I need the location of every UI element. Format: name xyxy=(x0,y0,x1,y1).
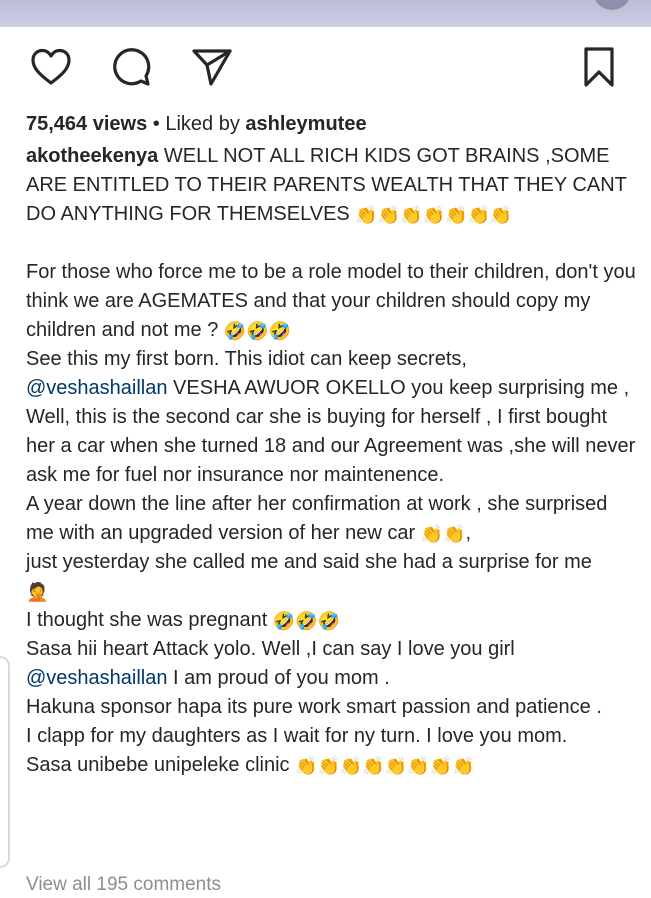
view-count[interactable]: 75,464 views xyxy=(26,113,147,135)
liked-by-label: Liked by xyxy=(165,113,246,135)
rofl-emoji: 🤣 xyxy=(246,321,269,341)
media-corner-shape xyxy=(593,0,631,10)
views-and-likes: 75,464 views • Liked by ashleymutee xyxy=(26,111,367,137)
clap-emoji: 👏 xyxy=(467,205,490,225)
rofl-emoji: 🤣 xyxy=(223,321,247,341)
clap-emoji: 👏 xyxy=(384,756,408,776)
post-caption: akotheekenya WELL NOT ALL RICH KIDS GOT … xyxy=(26,142,636,780)
clap-emoji: 👏 xyxy=(355,205,378,225)
rofl-emoji: 🤣 xyxy=(268,321,292,341)
rofl-emoji: 🤣 xyxy=(272,611,296,631)
heart-icon xyxy=(31,48,71,85)
clap-emoji: 👏 xyxy=(489,205,513,225)
caption-paragraph: Sasa hii heart Attack yolo. Well ,I can … xyxy=(26,635,636,664)
mention-link[interactable]: @veshashaillan xyxy=(26,667,168,689)
save-button[interactable] xyxy=(574,42,624,92)
view-comments-link[interactable]: View all 195 comments xyxy=(26,872,221,898)
caption-paragraph: @veshashaillan I am proud of you mom . xyxy=(26,664,636,693)
liked-by-user[interactable]: ashleymutee xyxy=(245,113,366,135)
clap-emoji: 👏 xyxy=(407,756,430,776)
comment-icon xyxy=(113,48,151,86)
caption-paragraph: I thought she was pregnant 🤣🤣🤣 xyxy=(26,606,636,635)
clap-emoji: 👏 xyxy=(452,756,475,776)
rofl-emoji: 🤣 xyxy=(317,611,341,631)
caption-paragraph: @veshashaillan VESHA AWUOR OKELLO you ke… xyxy=(26,374,636,403)
caption-text: A year down the line after her confirmat… xyxy=(26,493,608,544)
caption-paragraph: A year down the line after her confirmat… xyxy=(26,490,636,548)
caption-text: I am proud of you mom . xyxy=(167,667,390,689)
clap-emoji: 👏 xyxy=(443,524,466,544)
caption-text: For those who force me to be a role mode… xyxy=(26,261,636,341)
clap-emoji: 👏 xyxy=(429,756,453,776)
separator-dot: • xyxy=(147,113,166,135)
caption-paragraph: Well, this is the second car she is buyi… xyxy=(26,403,636,490)
clap-emoji: 👏 xyxy=(362,756,385,776)
bookmark-icon xyxy=(584,47,614,87)
caption-paragraph: akotheekenya WELL NOT ALL RICH KIDS GOT … xyxy=(26,142,636,229)
caption-text: I thought she was pregnant xyxy=(26,609,273,631)
caption-paragraph: See this my first born. This idiot can k… xyxy=(26,345,636,374)
caption-text: Sasa unibebe unipeleke clinic xyxy=(26,754,296,776)
caption-paragraph: Hakuna sponsor hapa its pure work smart … xyxy=(26,693,636,722)
caption-text: Hakuna sponsor hapa its pure work smart … xyxy=(26,696,602,718)
comment-button[interactable] xyxy=(106,42,156,92)
caption-text: Well, this is the second car she is buyi… xyxy=(26,406,636,486)
caption-paragraph: For those who force me to be a role mode… xyxy=(26,258,636,345)
caption-text: Sasa hii heart Attack yolo. Well ,I can … xyxy=(26,638,515,660)
clap-emoji: 👏 xyxy=(295,756,318,776)
send-icon xyxy=(192,49,232,86)
share-button[interactable] xyxy=(187,42,237,92)
caption-username[interactable]: akotheekenya xyxy=(26,145,158,167)
clap-emoji: 👏 xyxy=(420,524,444,544)
clap-emoji: 👏 xyxy=(422,205,446,225)
clap-emoji: 👏 xyxy=(400,205,423,225)
clap-emoji: 👏 xyxy=(339,756,363,776)
caption-paragraph: just yesterday she called me and said sh… xyxy=(26,548,636,606)
caption-text: just yesterday she called me and said sh… xyxy=(26,551,592,573)
clap-emoji: 👏 xyxy=(377,205,401,225)
caption-paragraph: I clapp for my daughters as I wait for n… xyxy=(26,722,636,751)
post-action-bar xyxy=(0,42,651,92)
caption-text: See this my first born. This idiot can k… xyxy=(26,348,467,370)
caption-text: I clapp for my daughters as I wait for n… xyxy=(26,725,568,747)
clap-emoji: 👏 xyxy=(317,756,340,776)
facepalm-emoji: 🤦 xyxy=(26,582,49,602)
caption-text: VESHA AWUOR OKELLO you keep surprising m… xyxy=(167,377,630,399)
caption-paragraph: Sasa unibebe unipeleke clinic 👏👏👏👏👏👏👏👏 xyxy=(26,751,636,780)
mention-link[interactable]: @veshashaillan xyxy=(26,377,168,399)
rofl-emoji: 🤣 xyxy=(295,611,318,631)
scroll-indicator xyxy=(0,656,10,868)
like-button[interactable] xyxy=(26,42,76,92)
caption-text: , xyxy=(465,522,472,544)
clap-emoji: 👏 xyxy=(445,205,468,225)
post-media-bottom xyxy=(0,0,651,27)
